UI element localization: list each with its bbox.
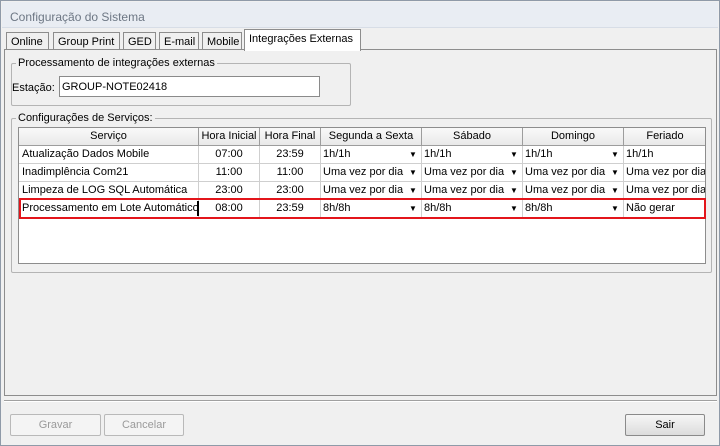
sabado-dropdown[interactable]: 8h/8h ▼ [422,200,523,218]
dropdown-value: 8h/8h [323,202,351,214]
footer-divider [4,400,717,402]
tab-email[interactable]: E-mail [159,32,199,50]
column-header-domingo[interactable]: Domingo [523,128,624,146]
cell-hora-final[interactable]: 11:00 [260,164,321,182]
column-header-feriado[interactable]: Feriado [624,128,705,146]
feriado-dropdown[interactable]: 1h/1h [624,146,705,164]
dropdown-value: 8h/8h [424,202,452,214]
dropdown-value: Não gerar [626,202,675,214]
column-header-servico[interactable]: Serviço [19,128,199,146]
feriado-dropdown[interactable]: Uma vez por dia [624,164,706,182]
sabado-dropdown[interactable]: Uma vez por dia ▼ [422,182,523,200]
domingo-dropdown[interactable]: Uma vez por dia ▼ [523,182,624,200]
segunda-sexta-dropdown[interactable]: 1h/1h ▼ [321,146,422,164]
dropdown-value: Uma vez por dia [525,184,606,196]
segunda-sexta-dropdown[interactable]: Uma vez por dia ▼ [321,182,422,200]
dropdown-value: 1h/1h [424,148,452,160]
dropdown-arrow-icon[interactable]: ▼ [506,182,522,199]
cell-servico[interactable]: Atualização Dados Mobile [19,146,199,164]
gravar-button[interactable]: Gravar [10,414,101,436]
dropdown-value: 1h/1h [626,148,654,160]
cell-hora-inicial[interactable]: 23:00 [199,182,260,200]
dropdown-value: 1h/1h [525,148,553,160]
estacao-input[interactable] [59,76,320,97]
dropdown-arrow-icon[interactable]: ▼ [506,200,522,217]
dropdown-value: Uma vez por dia [424,166,505,178]
dropdown-arrow-icon[interactable]: ▼ [405,182,421,199]
cell-hora-final[interactable]: 23:00 [260,182,321,200]
cell-hora-inicial[interactable]: 11:00 [199,164,260,182]
domingo-dropdown[interactable]: 8h/8h ▼ [523,200,624,218]
dropdown-arrow-icon[interactable]: ▼ [405,146,421,163]
cell-hora-inicial[interactable]: 08:00 [199,200,260,218]
column-header-hora-final[interactable]: Hora Final [260,128,321,146]
feriado-dropdown[interactable]: Uma vez por dia [624,182,706,200]
cell-servico[interactable]: Processamento em Lote Automático [19,200,199,218]
tab-mobile[interactable]: Mobile [202,32,242,50]
dropdown-arrow-icon[interactable]: ▼ [607,164,623,181]
cell-hora-final[interactable]: 23:59 [260,200,321,218]
dropdown-arrow-icon[interactable]: ▼ [607,182,623,199]
title-bar: Configuração do Sistema [2,2,718,28]
tab-integracoes-externas[interactable]: Integrações Externas [244,29,361,51]
sabado-dropdown[interactable]: Uma vez por dia ▼ [422,164,523,182]
integracoes-legend: Processamento de integrações externas [18,57,215,69]
sair-button[interactable]: Sair [625,414,705,436]
column-header-hora-inicial[interactable]: Hora Inicial [199,128,260,146]
window-title: Configuração do Sistema [10,10,145,24]
cell-servico[interactable]: Limpeza de LOG SQL Automática [19,182,199,200]
cancelar-button[interactable]: Cancelar [104,414,184,436]
cell-hora-final[interactable]: 23:59 [260,146,321,164]
column-header-sabado[interactable]: Sábado [422,128,523,146]
dropdown-arrow-icon[interactable]: ▼ [405,164,421,181]
domingo-dropdown[interactable]: 1h/1h ▼ [523,146,624,164]
dropdown-value: Uma vez por dia [424,184,505,196]
column-header-segunda-sexta[interactable]: Segunda a Sexta [321,128,422,146]
dropdown-value: 8h/8h [525,202,553,214]
tab-ged[interactable]: GED [123,32,156,50]
cell-hora-inicial[interactable]: 07:00 [199,146,260,164]
servicos-grid: Serviço Hora Inicial Hora Final Segunda … [18,127,706,264]
dropdown-value: Uma vez por dia [525,166,606,178]
dropdown-arrow-icon[interactable]: ▼ [405,200,421,217]
dropdown-arrow-icon[interactable]: ▼ [506,164,522,181]
dropdown-value: Uma vez por dia [626,166,706,178]
feriado-dropdown[interactable]: Não gerar [624,200,705,218]
dropdown-arrow-icon[interactable]: ▼ [607,146,623,163]
dropdown-value: 1h/1h [323,148,351,160]
sabado-dropdown[interactable]: 1h/1h ▼ [422,146,523,164]
cell-servico[interactable]: Inadimplência Com21 [19,164,199,182]
estacao-label: Estação: [12,82,55,94]
dropdown-value: Uma vez por dia [323,184,404,196]
dropdown-arrow-icon[interactable]: ▼ [506,146,522,163]
segunda-sexta-dropdown[interactable]: Uma vez por dia ▼ [321,164,422,182]
servicos-legend: Configurações de Serviços: [18,112,153,124]
dropdown-value: Uma vez por dia [626,184,706,196]
tab-group-print[interactable]: Group Print [53,32,120,50]
tab-online[interactable]: Online [6,32,49,50]
dropdown-arrow-icon[interactable]: ▼ [607,200,623,217]
config-window: Configuração do Sistema Online Group Pri… [0,0,720,446]
dropdown-value: Uma vez por dia [323,166,404,178]
domingo-dropdown[interactable]: Uma vez por dia ▼ [523,164,624,182]
segunda-sexta-dropdown[interactable]: 8h/8h ▼ [321,200,422,218]
